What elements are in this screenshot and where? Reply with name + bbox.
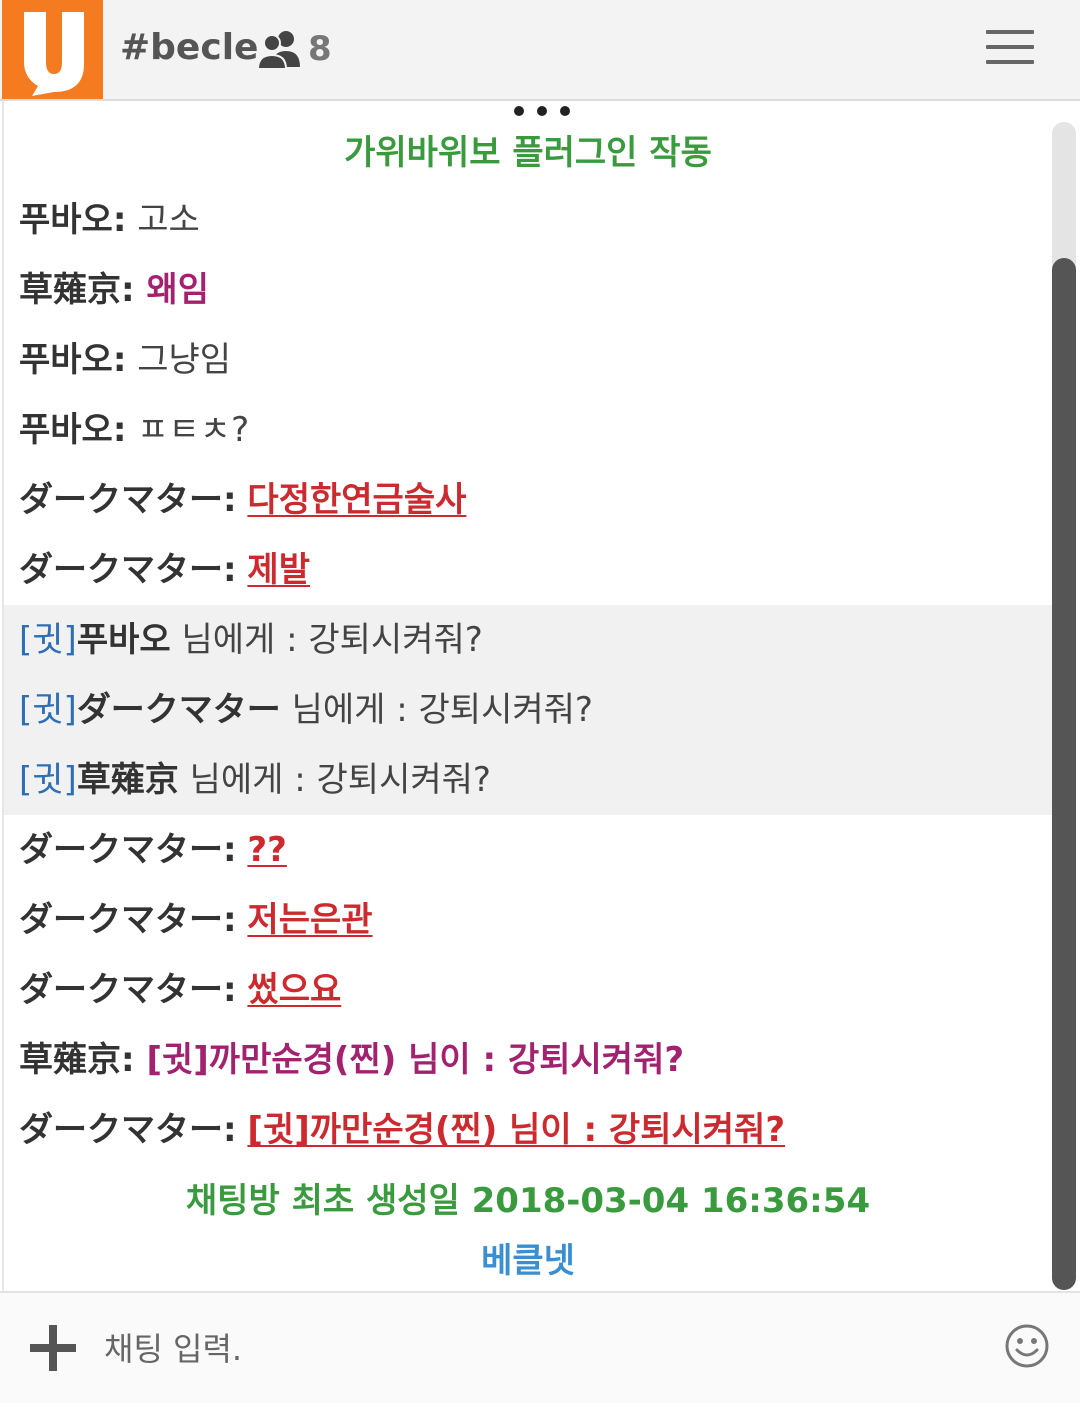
chat-message: ダークマター: 저는은관	[4, 885, 1052, 955]
message-nick[interactable]: ダークマター:	[19, 900, 237, 940]
chat-message: ダークマター: ??	[4, 815, 1052, 885]
top-bar: #becle 8	[0, 0, 1080, 101]
whisper-message: [귓]ダークマター 님에게 : 강퇴시켜줘?	[4, 675, 1052, 745]
message-text: ??	[247, 830, 287, 870]
chat-message: ダークマター: 썼으요	[4, 955, 1052, 1025]
message-text: 고소	[126, 200, 200, 240]
message-nick[interactable]: ダークマター:	[19, 970, 237, 1010]
emoji-icon[interactable]	[1004, 1323, 1050, 1369]
chat-log[interactable]: 가위바위보 플러그인 작동 푸바오: 고소 草薙京: 왜임 푸바오: 그냥임 푸…	[2, 101, 1052, 1291]
message-text: 그냥임	[126, 340, 232, 380]
message-nick[interactable]: 푸바오	[77, 620, 171, 660]
message-nick[interactable]: ダークマター:	[19, 1110, 237, 1150]
chat-scrollbar-thumb[interactable]	[1052, 258, 1076, 1290]
message-nick[interactable]: ダークマター:	[19, 550, 237, 590]
message-nick[interactable]: 草薙京:	[19, 1040, 135, 1080]
chat-message: ダークマター: 다정한연금술사	[4, 465, 1052, 535]
channel-name: #becle	[120, 27, 259, 68]
message-text: 저는은관	[247, 900, 373, 940]
message-nick[interactable]: 草薙京	[77, 760, 179, 800]
user-list-button[interactable]: 8	[256, 26, 332, 72]
chat-message: 푸바오: 그냥임	[4, 325, 1052, 395]
message-nick[interactable]: ダークマター:	[19, 830, 237, 870]
message-text: [귓]까만순경(찐) 님이 : 강퇴시켜줘?	[247, 1110, 786, 1150]
message-text: 님에게 : 강퇴시켜줘?	[178, 760, 491, 800]
chat-message: 草薙京: [귓]까만순경(찐) 님이 : 강퇴시켜줘?	[4, 1025, 1052, 1095]
message-text: ㅍㅌㅊ?	[126, 410, 250, 450]
user-count: 8	[308, 29, 332, 69]
whisper-tag: [귓]	[19, 620, 77, 660]
input-bar	[0, 1291, 1080, 1403]
chat-message: 草薙京: 왜임	[4, 255, 1052, 325]
users-icon	[256, 31, 300, 70]
message-nick[interactable]: 草薙京:	[19, 270, 135, 310]
plus-icon[interactable]	[30, 1325, 76, 1371]
message-text: 님에게 : 강퇴시켜줘?	[280, 690, 593, 730]
message-nick[interactable]: ダークマター:	[19, 480, 237, 520]
message-nick[interactable]: ダークマター	[77, 690, 281, 730]
whisper-message: [귓]草薙京 님에게 : 강퇴시켜줘?	[4, 745, 1052, 815]
chat-message: ダークマター: 제발	[4, 535, 1052, 605]
chat-message: 푸바오: ㅍㅌㅊ?	[4, 395, 1052, 465]
chat-message: ダークマター: [귓]까만순경(찐) 님이 : 강퇴시켜줘?	[4, 1095, 1052, 1165]
message-text: 제발	[247, 550, 310, 590]
message-nick[interactable]: 푸바오:	[19, 200, 126, 240]
app-logo-icon[interactable]	[2, 0, 103, 99]
hamburger-menu-icon[interactable]	[986, 30, 1034, 70]
chat-message: 푸바오: 고소	[4, 185, 1052, 255]
plugin-notice: 가위바위보 플러그인 작동	[344, 133, 712, 173]
room-created-notice: 채팅방 최초 생성일 2018-03-04 16:36:54	[185, 1181, 871, 1221]
message-text: [귓]까만순경(찐) 님이 : 강퇴시켜줘?	[134, 1040, 685, 1080]
whisper-tag: [귓]	[19, 690, 77, 730]
message-text: 왜임	[134, 270, 210, 310]
message-nick[interactable]: 푸바오:	[19, 410, 126, 450]
site-name: 베클넷	[481, 1241, 575, 1281]
message-text: 님에게 : 강퇴시켜줘?	[170, 620, 483, 660]
whisper-tag: [귓]	[19, 760, 77, 800]
chat-input[interactable]	[104, 1321, 964, 1377]
message-text: 썼으요	[247, 970, 342, 1010]
message-nick[interactable]: 푸바오:	[19, 340, 126, 380]
whisper-message: [귓]푸바오 님에게 : 강퇴시켜줘?	[4, 605, 1052, 675]
more-history-icon[interactable]	[514, 106, 570, 116]
message-text: 다정한연금술사	[247, 480, 467, 520]
